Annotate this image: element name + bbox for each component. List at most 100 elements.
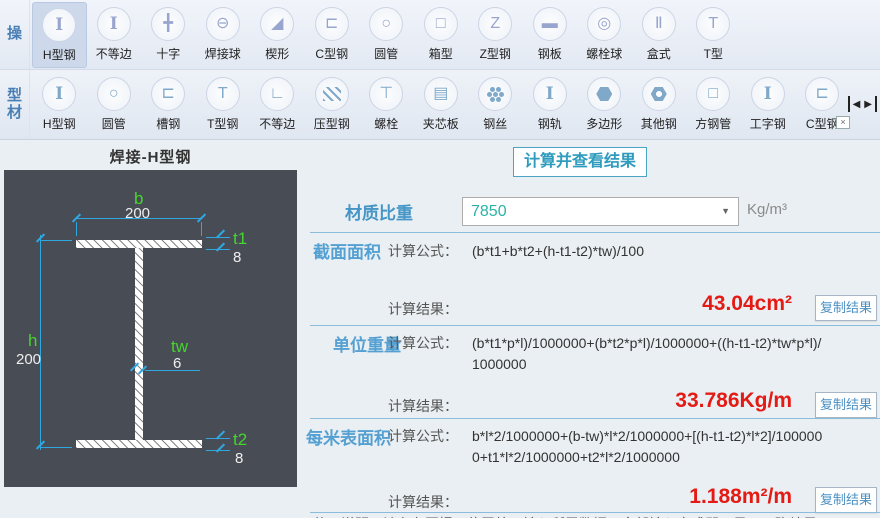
round-pipe-icon: ○: [381, 15, 392, 32]
c-steel-2-icon: ⊏: [815, 85, 829, 102]
unequal-beam-icon: I: [109, 13, 118, 34]
toolbar-item-h-beam[interactable]: I H型钢: [32, 2, 87, 68]
square-pipe-icon: □: [708, 85, 719, 102]
chevron-down-icon[interactable]: ▼: [721, 198, 730, 225]
pager-right-icon[interactable]: ▶: [864, 99, 872, 110]
section-surface-title: 每米表面积: [306, 429, 391, 448]
toolbar-row2-items: I H型钢 ○ 圆管 ⊏ 槽钢 T T型钢 ∟ 不等边 压型钢 ⊤ 螺栓 ▤ 夹…: [30, 70, 880, 139]
toolbar-item-profiled-steel[interactable]: 压型钢: [305, 72, 360, 138]
formula-label: 计算公式：: [388, 335, 458, 351]
formula-label: 计算公式：: [388, 428, 458, 444]
sandwich-panel-icon: ▤: [433, 85, 449, 102]
toolbar-item-sandwich-panel[interactable]: ▤ 夹芯板: [414, 72, 469, 138]
toolbar-item-cross[interactable]: ╋ 十字: [141, 2, 196, 68]
t-steel-icon: T: [217, 85, 228, 102]
steel-calculator-window: 操 I H型钢 I 不等边 ╋ 十字 ⊖ 焊接球 ◢ 楔形 ⊏ C型钢 ○ 圆管…: [0, 0, 880, 518]
bottom-flange-shape: [76, 440, 202, 448]
copy-result-button-1[interactable]: 复制结果: [815, 295, 877, 321]
toolbar-item-z-steel[interactable]: Z Z型钢: [468, 2, 523, 68]
density-select[interactable]: 7850 ▼: [462, 197, 739, 226]
toolbar-pager[interactable]: ◀ ▶: [847, 96, 877, 112]
toolbar-rail-row2: 型 材: [0, 70, 30, 139]
b-value[interactable]: 200: [125, 206, 150, 221]
toolbar-item-steel-rail[interactable]: I 钢轨: [523, 72, 578, 138]
calculation-panel: 计算并查看结果 材质比重 7850 ▼ Kg/m³ 截面面积 计算公式： (b*…: [306, 140, 880, 518]
toolbar-item-box[interactable]: □ 箱型: [414, 2, 469, 68]
bolt-ball-icon: ◎: [597, 15, 612, 32]
i-beam-icon: I: [763, 83, 772, 104]
b-ext-left: [76, 222, 77, 236]
tw-label: tw: [171, 337, 188, 356]
web-shape: [135, 248, 143, 440]
top-flange-shape: [76, 240, 202, 248]
steel-plate-icon: ▬: [541, 15, 558, 32]
toolbar-item-welded-ball[interactable]: ⊖ 焊接球: [196, 2, 251, 68]
welded-ball-icon: ⊖: [216, 15, 230, 32]
toolbar-item-unequal-angle[interactable]: ∟ 不等边: [250, 72, 305, 138]
toolbar-item-unequal-beam[interactable]: I 不等边: [87, 2, 142, 68]
h-value[interactable]: 200: [16, 352, 41, 367]
result-label: 计算结果：: [388, 301, 458, 317]
area-result: 43.04cm²: [702, 292, 792, 315]
placeholder-icon: ×: [836, 116, 850, 129]
section-area-title: 截面面积: [313, 243, 381, 262]
toolbar-item-case[interactable]: Ⅱ 盒式: [632, 2, 687, 68]
toolbar-item-steel-wire[interactable]: 钢丝: [468, 72, 523, 138]
divider: [310, 512, 880, 513]
toolbar-item-steel-plate[interactable]: ▬ 钢板: [523, 2, 578, 68]
case-icon: Ⅱ: [654, 15, 663, 32]
toolbar-item-c-steel[interactable]: ⊏ C型钢: [305, 2, 360, 68]
copy-result-button-3[interactable]: 复制结果: [815, 487, 877, 513]
toolbar-item-wedge[interactable]: ◢ 楔形: [250, 2, 305, 68]
h-beam-2-icon: I: [55, 83, 64, 104]
toolbar-item-round-pipe[interactable]: ○ 圆管: [359, 2, 414, 68]
t1-label: t1: [233, 229, 248, 248]
toolbar-item-t-shape[interactable]: T T型: [686, 2, 741, 68]
c-steel-icon: ⊏: [325, 15, 339, 32]
t2-value[interactable]: 8: [235, 451, 243, 466]
toolbar-item-channel-steel[interactable]: ⊏ 槽钢: [141, 72, 196, 138]
toolbar-item-t-steel[interactable]: T T型钢: [196, 72, 251, 138]
z-steel-icon: Z: [490, 15, 501, 32]
calculate-button[interactable]: 计算并查看结果: [513, 147, 647, 177]
surface-formula: b*l*2/1000000+(b-tw)*l*2/1000000+[(h-t1-…: [472, 428, 823, 465]
toolbar-profiles: 型 材 I H型钢 ○ 圆管 ⊏ 槽钢 T T型钢 ∟ 不等边 压型钢 ⊤ 螺栓…: [0, 70, 880, 140]
surface-result: 1.188m²/m: [689, 485, 792, 508]
steel-wire-icon: [492, 91, 498, 97]
density-label: 材质比重: [345, 204, 413, 223]
toolbar-shapes: 操 I H型钢 I 不等边 ╋ 十字 ⊖ 焊接球 ◢ 楔形 ⊏ C型钢 ○ 圆管…: [0, 0, 880, 70]
toolbar-item-square-pipe[interactable]: □ 方钢管: [686, 72, 741, 138]
unequal-angle-icon: ∟: [269, 85, 286, 102]
polygon-icon: [596, 87, 613, 101]
pager-left-icon[interactable]: ◀: [853, 99, 861, 110]
diagram-title: 焊接-H型钢: [109, 149, 192, 166]
b-ext-right: [201, 222, 202, 236]
toolbar-item-i-beam[interactable]: I 工字钢: [741, 72, 796, 138]
channel-steel-icon: ⊏: [161, 85, 175, 102]
density-value: 7850: [471, 203, 507, 220]
tw-value[interactable]: 6: [173, 356, 181, 371]
usage-hint: 使用说明：请在左图提示位置处，输入所需数据，全部输入完成即可显示正确结果: [313, 514, 817, 518]
toolbar-item-other-steel[interactable]: 其他钢: [632, 72, 687, 138]
t-shape-icon: T: [708, 15, 719, 32]
h-ext-top: [40, 240, 72, 241]
result-label: 计算结果：: [388, 398, 458, 414]
section-diagram-canvas: b 200 h 200 t1 8 tw 6 t2 8: [4, 170, 297, 487]
steel-rail-icon: I: [545, 83, 554, 104]
box-icon: □: [435, 15, 446, 32]
toolbar-item-h-beam-2[interactable]: I H型钢: [32, 72, 87, 138]
profiled-steel-icon: [322, 87, 341, 101]
toolbar-row1-items: I H型钢 I 不等边 ╋ 十字 ⊖ 焊接球 ◢ 楔形 ⊏ C型钢 ○ 圆管 □…: [30, 0, 880, 69]
other-steel-icon: [650, 87, 667, 101]
t1-value[interactable]: 8: [233, 250, 241, 265]
toolbar-item-polygon[interactable]: 多边形: [577, 72, 632, 138]
h-ext-bottom: [40, 447, 72, 448]
divider: [310, 418, 880, 419]
copy-result-button-2[interactable]: 复制结果: [815, 392, 877, 418]
area-formula: (b*t1+b*t2+(h-t1-t2)*tw)/100: [472, 243, 644, 259]
toolbar-item-bolt[interactable]: ⊤ 螺栓: [359, 72, 414, 138]
toolbar-item-round-pipe-2[interactable]: ○ 圆管: [87, 72, 142, 138]
cross-icon: ╋: [163, 15, 174, 32]
toolbar-item-bolt-ball[interactable]: ◎ 螺栓球: [577, 2, 632, 68]
round-pipe-2-icon: ○: [108, 85, 119, 102]
